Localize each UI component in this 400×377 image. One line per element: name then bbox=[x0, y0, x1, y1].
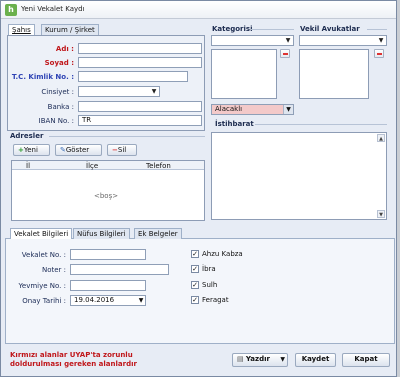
noter-input[interactable] bbox=[70, 264, 169, 275]
cinsiyet-select[interactable]: ▼ bbox=[78, 86, 160, 97]
scroll-down-icon[interactable]: ▼ bbox=[377, 210, 385, 218]
address-new-button[interactable]: +Yeni bbox=[13, 144, 50, 156]
ad-label: Adı : bbox=[55, 45, 74, 53]
sulh-label: Sulh bbox=[202, 281, 218, 289]
tab-ek-belgeler[interactable]: Ek Belgeler bbox=[134, 228, 182, 239]
yevmiye-label: Yevmiye No. : bbox=[18, 282, 66, 290]
feragat-label: Feragat bbox=[202, 296, 229, 304]
ad-input[interactable] bbox=[78, 43, 202, 54]
column-telefon[interactable]: Telefon bbox=[146, 162, 171, 170]
kategorisi-select[interactable]: ▼ bbox=[211, 35, 294, 46]
vekil-select[interactable]: ▼ bbox=[299, 35, 387, 46]
minus-icon bbox=[283, 53, 288, 55]
empty-placeholder: <boş> bbox=[94, 192, 119, 200]
istihbarat-textarea[interactable]: ▲ ▼ bbox=[211, 132, 387, 220]
soyad-input[interactable] bbox=[78, 57, 202, 68]
vekalet-no-input[interactable] bbox=[70, 249, 146, 260]
scroll-up-icon[interactable]: ▲ bbox=[377, 134, 385, 142]
kategorisi-remove-button[interactable] bbox=[280, 49, 290, 58]
noter-label: Noter : bbox=[41, 266, 66, 274]
chevron-down-icon: ▼ bbox=[285, 37, 291, 44]
tc-kimlik-input[interactable] bbox=[78, 71, 188, 82]
banka-label: Banka : bbox=[47, 103, 74, 111]
dialog-window: h Yeni Vekalet Kaydı Şahıs Kurum / Şirke… bbox=[0, 0, 397, 377]
ahzu-kabza-checkbox[interactable]: ✓ bbox=[191, 250, 199, 258]
istihbarat-title: İstihbarat bbox=[215, 120, 254, 128]
address-grid-header bbox=[12, 161, 204, 170]
soyad-label: Soyad : bbox=[44, 59, 74, 67]
close-button[interactable]: Kapat bbox=[342, 353, 390, 367]
required-note-line2: doldurulması gereken alanlardır bbox=[10, 360, 137, 368]
sulh-checkbox[interactable]: ✓ bbox=[191, 281, 199, 289]
tab-sahis[interactable]: Şahıs bbox=[8, 24, 35, 35]
tab-kurum-sirket[interactable]: Kurum / Şirket bbox=[41, 24, 99, 35]
chevron-down-icon: ▼ bbox=[151, 88, 157, 95]
yevmiye-input[interactable] bbox=[70, 280, 146, 291]
onay-tarihi-input[interactable]: 19.04.2016 bbox=[70, 295, 146, 306]
cinsiyet-label: Cinsiyet : bbox=[41, 88, 74, 96]
address-show-button[interactable]: ✎Göster bbox=[55, 144, 102, 156]
title-bar[interactable]: h Yeni Vekalet Kaydı bbox=[1, 1, 396, 19]
ahzu-kabza-label: Ahzu Kabza bbox=[202, 250, 243, 258]
vekil-list[interactable] bbox=[299, 49, 369, 99]
alacakli-select[interactable]: Alacaklı bbox=[211, 104, 294, 115]
iban-input[interactable]: TR bbox=[78, 115, 202, 126]
iban-label: IBAN No. : bbox=[38, 117, 74, 125]
chevron-down-icon: ▼ bbox=[283, 105, 293, 114]
ibra-label: İbra bbox=[202, 265, 216, 273]
vekil-avukatlar-title: Vekil Avukatlar bbox=[300, 25, 360, 33]
column-il[interactable]: İl bbox=[26, 162, 30, 170]
print-button[interactable]: ▤ Yazdır ▼ bbox=[232, 353, 288, 367]
chevron-down-icon: ▼ bbox=[378, 37, 384, 44]
tab-vekalet-bilgileri[interactable]: Vekalet Bilgileri bbox=[10, 228, 73, 239]
chevron-down-icon[interactable]: ▼ bbox=[280, 355, 285, 365]
calendar-dropdown-icon[interactable]: ▼ bbox=[136, 296, 146, 305]
kategorisi-title: Kategorisi bbox=[212, 25, 253, 33]
column-ilce[interactable]: İlçe bbox=[86, 162, 98, 170]
kategorisi-list[interactable] bbox=[211, 49, 277, 99]
address-grid[interactable]: İl İlçe Telefon <boş> bbox=[11, 160, 205, 221]
save-button[interactable]: Kaydet bbox=[295, 353, 336, 367]
tc-kimlik-label: T.C. Kimlik No. : bbox=[11, 73, 74, 81]
vekalet-no-label: Vekalet No. : bbox=[21, 251, 66, 259]
printer-icon: ▤ bbox=[237, 355, 244, 363]
window-title: Yeni Vekalet Kaydı bbox=[21, 5, 85, 13]
address-delete-button[interactable]: −Sil bbox=[107, 144, 137, 156]
adresler-title: Adresler bbox=[10, 132, 44, 140]
onay-tarihi-label: Onay Tarihi : bbox=[22, 297, 66, 305]
ibra-checkbox[interactable]: ✓ bbox=[191, 265, 199, 273]
app-icon: h bbox=[5, 4, 17, 16]
feragat-checkbox[interactable]: ✓ bbox=[191, 296, 199, 304]
vekil-remove-button[interactable] bbox=[374, 49, 384, 58]
tab-nufus-bilgileri[interactable]: Nüfus Bilgileri bbox=[73, 228, 130, 239]
minus-icon bbox=[377, 53, 382, 55]
required-note-line1: Kırmızı alanlar UYAP'ta zorunlu bbox=[10, 351, 133, 359]
banka-input[interactable] bbox=[78, 101, 202, 112]
